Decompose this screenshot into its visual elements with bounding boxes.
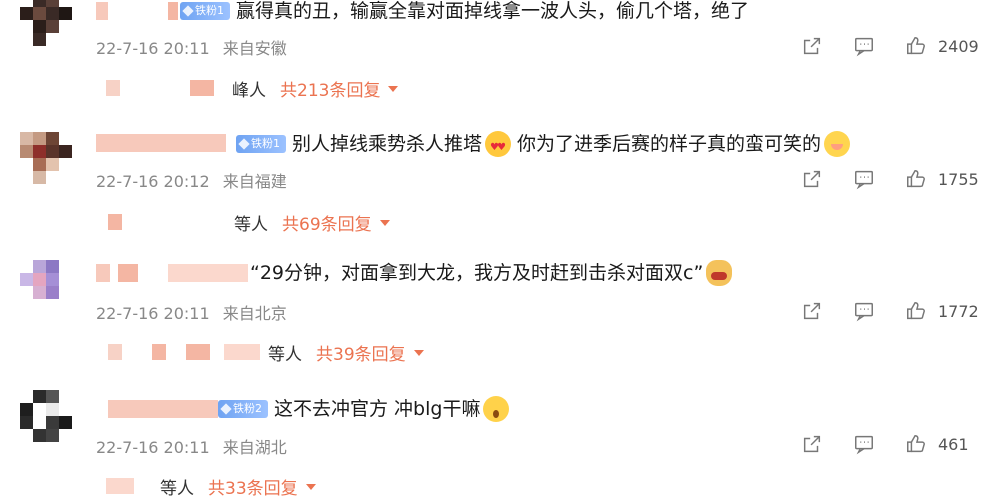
- comment-body-continued: 你为了进季后赛的样子真的蛮可笑的: [517, 133, 822, 155]
- like-count: 461: [938, 434, 969, 454]
- comment-actions: 2409: [800, 34, 982, 58]
- comment-text: 别人掉线乘势杀人推塔 你为了进季后赛的样子真的蛮可笑的: [292, 131, 851, 161]
- like-count: 1755: [938, 169, 979, 189]
- like-icon[interactable]: [904, 432, 928, 456]
- comment-body: “29分钟，对面拿到大龙，我方及时赶到击杀对面双c”: [250, 262, 704, 284]
- username[interactable]: [108, 400, 218, 418]
- username[interactable]: [96, 134, 226, 152]
- reply-avatars: [106, 80, 232, 96]
- like-count: 1772: [938, 301, 979, 321]
- comment-actions: 461: [800, 432, 982, 456]
- fan-badge[interactable]: 铁粉1: [236, 135, 286, 153]
- comment-text: “29分钟，对面拿到大龙，我方及时赶到击杀对面双c”: [250, 260, 733, 286]
- like-icon[interactable]: [904, 167, 928, 191]
- reply-users: 等人: [268, 344, 302, 365]
- comment-meta: 22-7-16 20:11 来自安徽: [96, 35, 287, 59]
- view-replies-link[interactable]: 共213条回复: [280, 76, 399, 101]
- reply-count: 共39条回复: [316, 344, 406, 365]
- comment-meta: 22-7-16 20:11 来自湖北: [96, 434, 287, 458]
- share-icon[interactable]: [800, 34, 824, 58]
- location: 来自福建: [222, 172, 287, 191]
- blush-emoji-icon: [824, 131, 851, 157]
- chevron-down-icon: [413, 350, 424, 356]
- reply-avatars: [108, 344, 260, 360]
- timestamp: 22-7-16 20:12: [96, 172, 210, 191]
- chevron-down-icon: [388, 86, 399, 92]
- diamond-icon: [182, 5, 194, 17]
- reply-users: 等人: [160, 478, 194, 499]
- like-icon[interactable]: [904, 34, 928, 58]
- diamond-icon: [220, 403, 232, 415]
- reply-summary[interactable]: 等人 共39条回复: [108, 340, 424, 365]
- chevron-down-icon: [305, 484, 316, 490]
- comment-icon[interactable]: [852, 34, 876, 58]
- comment-text: 这不去冲官方 冲blg干嘛: [274, 396, 510, 422]
- badge-label: 铁粉2: [233, 402, 262, 415]
- like-count: 2409: [938, 36, 979, 56]
- comment-icon[interactable]: [852, 167, 876, 191]
- like-icon[interactable]: [904, 299, 928, 323]
- rage-emoji-icon: [706, 260, 733, 286]
- reply-count: 共33条回复: [208, 478, 298, 499]
- comment-item: 铁粉1 别人掉线乘势杀人推塔 你为了进季后赛的样子真的蛮可笑的 22-7-16 …: [0, 120, 1000, 250]
- reply-summary[interactable]: 峰人 共213条回复: [106, 76, 399, 101]
- comment-meta: 22-7-16 20:12 来自福建: [96, 168, 287, 192]
- comment-body: 赢得真的丑，输赢全靠对面掉线拿一波人头，偷几个塔，绝了: [236, 0, 750, 22]
- badge-label: 铁粉1: [251, 137, 280, 150]
- timestamp: 22-7-16 20:11: [96, 304, 210, 323]
- badge-label: 铁粉1: [195, 4, 224, 17]
- avatar[interactable]: [20, 0, 72, 46]
- share-icon[interactable]: [800, 432, 824, 456]
- fan-badge[interactable]: 铁粉2: [218, 400, 268, 418]
- reply-count: 共69条回复: [282, 214, 372, 235]
- comment-actions: 1755: [800, 167, 982, 191]
- reply-summary[interactable]: 等人 共69条回复: [108, 210, 390, 235]
- diamond-icon: [238, 138, 250, 150]
- comment-item: 铁粉1 赢得真的丑，输赢全靠对面掉线拿一波人头，偷几个塔，绝了 22-7-16 …: [0, 0, 1000, 120]
- reply-avatars: [106, 478, 154, 494]
- view-replies-link[interactable]: 共39条回复: [316, 340, 424, 365]
- comment-item: “29分钟，对面拿到大龙，我方及时赶到击杀对面双c” 22-7-16 20:11…: [0, 252, 1000, 382]
- avatar[interactable]: [20, 260, 72, 312]
- comment-actions: 1772: [800, 299, 982, 323]
- reply-avatars: [108, 214, 234, 230]
- timestamp: 22-7-16 20:11: [96, 438, 210, 457]
- username[interactable]: [96, 264, 248, 282]
- reply-count: 共213条回复: [280, 80, 381, 101]
- reply-summary[interactable]: 等人 共33条回复: [106, 474, 316, 499]
- view-replies-link[interactable]: 共33条回复: [208, 474, 316, 499]
- reply-users: 峰人: [232, 80, 266, 101]
- comment-icon[interactable]: [852, 432, 876, 456]
- location: 来自北京: [222, 304, 287, 323]
- location: 来自安徽: [222, 39, 287, 58]
- username[interactable]: [96, 2, 178, 20]
- avatar[interactable]: [20, 390, 72, 442]
- timestamp: 22-7-16 20:11: [96, 39, 210, 58]
- shocked-emoji-icon: [483, 396, 510, 422]
- comment-icon[interactable]: [852, 299, 876, 323]
- share-icon[interactable]: [800, 167, 824, 191]
- comment-body: 这不去冲官方 冲blg干嘛: [274, 398, 481, 420]
- reply-users: 等人: [234, 214, 268, 235]
- comment-body: 别人掉线乘势杀人推塔: [292, 133, 483, 155]
- location: 来自湖北: [222, 438, 287, 457]
- comment-item: 铁粉2 这不去冲官方 冲blg干嘛 22-7-16 20:11 来自湖北 461…: [0, 384, 1000, 503]
- chevron-down-icon: [379, 220, 390, 226]
- heart-eyes-emoji-icon: [485, 131, 512, 161]
- comment-text: 赢得真的丑，输赢全靠对面掉线拿一波人头，偷几个塔，绝了: [236, 0, 749, 24]
- share-icon[interactable]: [800, 299, 824, 323]
- view-replies-link[interactable]: 共69条回复: [282, 210, 390, 235]
- avatar[interactable]: [20, 132, 72, 184]
- comment-meta: 22-7-16 20:11 来自北京: [96, 300, 287, 324]
- fan-badge[interactable]: 铁粉1: [180, 2, 230, 20]
